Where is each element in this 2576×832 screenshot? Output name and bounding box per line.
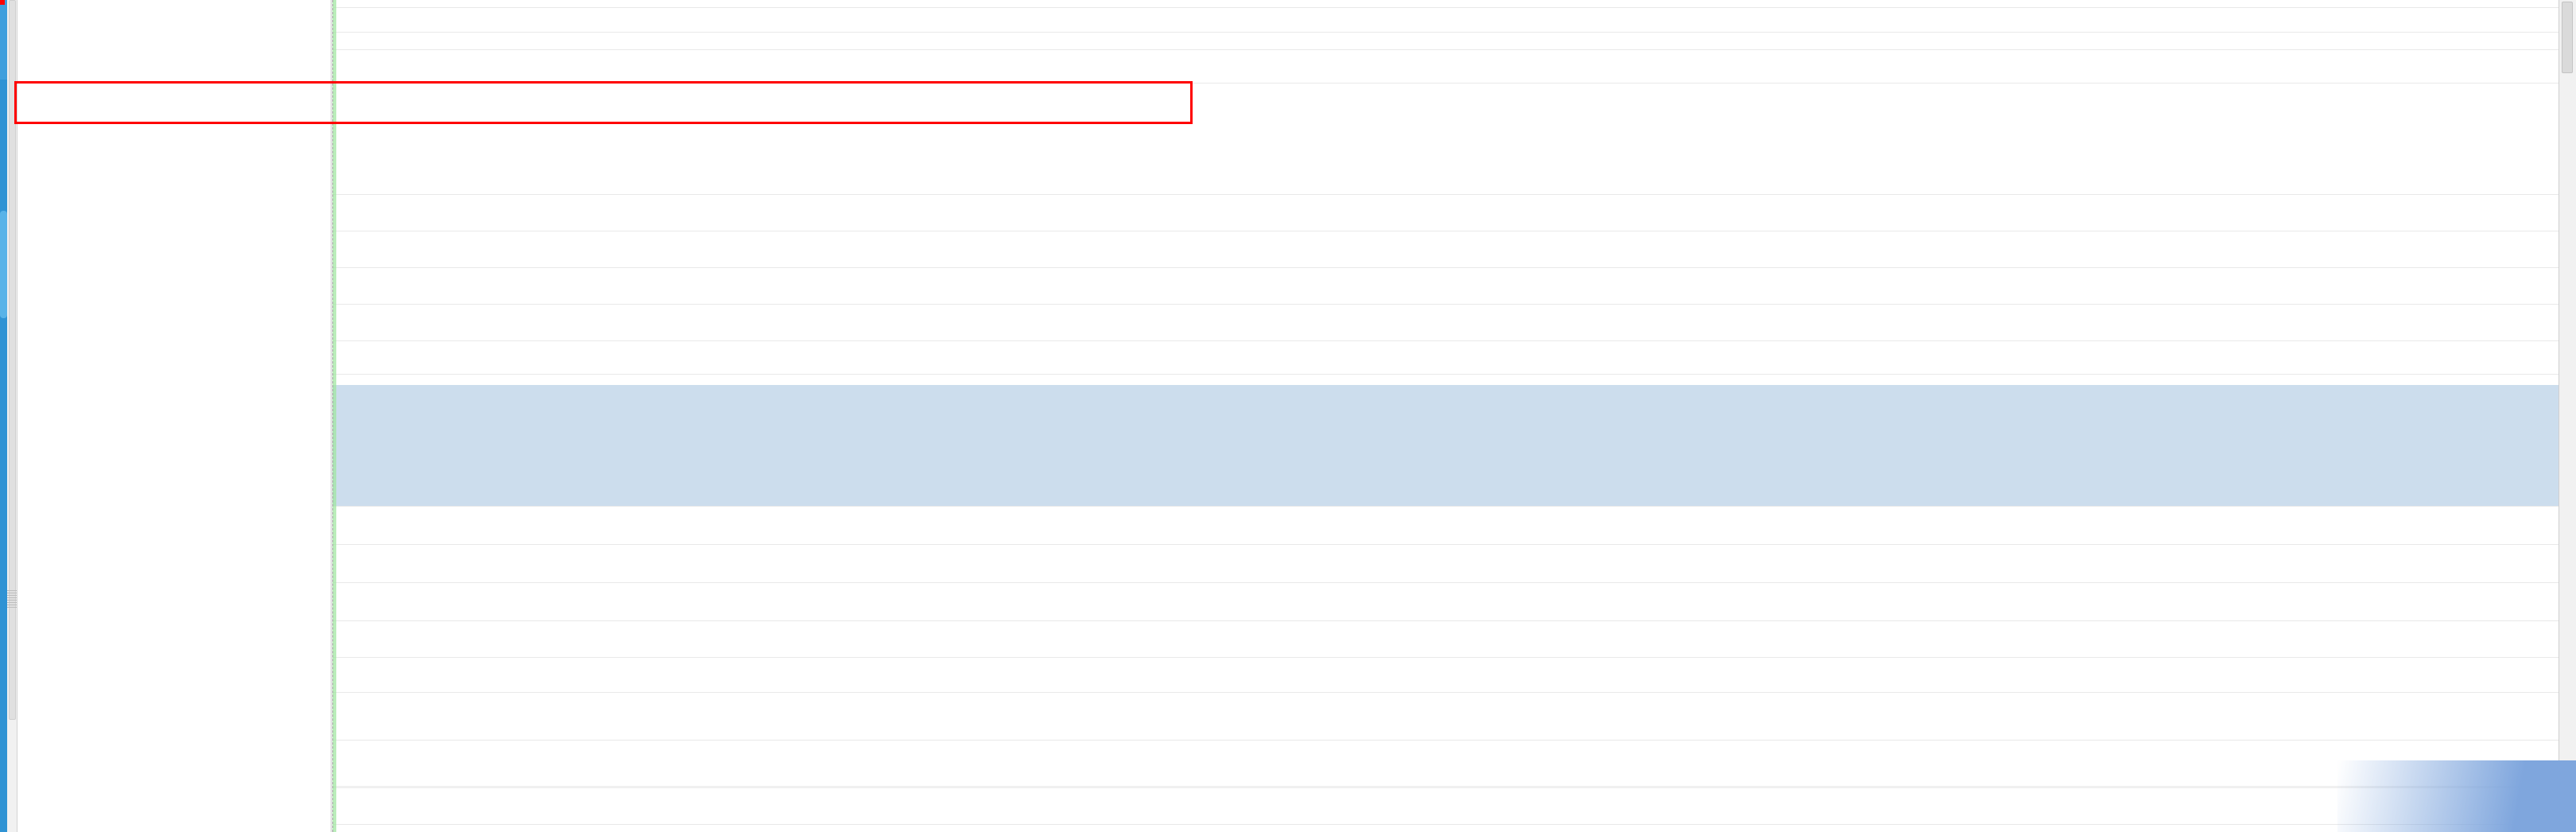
row-separator (332, 582, 2559, 583)
right-scrollbar-pane[interactable] (2559, 0, 2576, 832)
row-separator (332, 304, 2559, 305)
row-separator (332, 194, 2559, 195)
dock-tab-mid[interactable] (0, 211, 7, 318)
row-separator (332, 657, 2559, 658)
window-left-edge (0, 0, 7, 832)
splitter-grip[interactable] (7, 590, 17, 608)
selected-row-highlight (332, 385, 2559, 506)
right-scrollbar-thumb[interactable] (2562, 2, 2573, 73)
row-separator (332, 374, 2559, 375)
row-separator (332, 506, 2559, 507)
row-separator (332, 32, 2559, 33)
row-separator (332, 83, 2559, 84)
decorative-blue-gradient (2337, 760, 2576, 832)
row-separator (332, 786, 2559, 788)
dashed-time-cursor[interactable] (332, 0, 333, 832)
dock-tab-top[interactable] (0, 0, 7, 80)
row-separator (332, 7, 2559, 8)
row-separator (332, 740, 2559, 741)
row-separator (332, 692, 2559, 693)
scrollbar-thumb[interactable] (9, 0, 16, 720)
row-separator (332, 267, 2559, 268)
nsight-timeline-window (0, 0, 2576, 832)
row-separator (332, 824, 2559, 825)
row-separator (332, 544, 2559, 545)
row-separator (332, 49, 2559, 50)
tree-vertical-scrollbar[interactable] (7, 0, 17, 832)
timeline-canvas[interactable] (332, 0, 2559, 832)
row-separator (332, 620, 2559, 621)
row-separator (332, 340, 2559, 341)
timeline-tree-panel[interactable] (17, 0, 332, 832)
